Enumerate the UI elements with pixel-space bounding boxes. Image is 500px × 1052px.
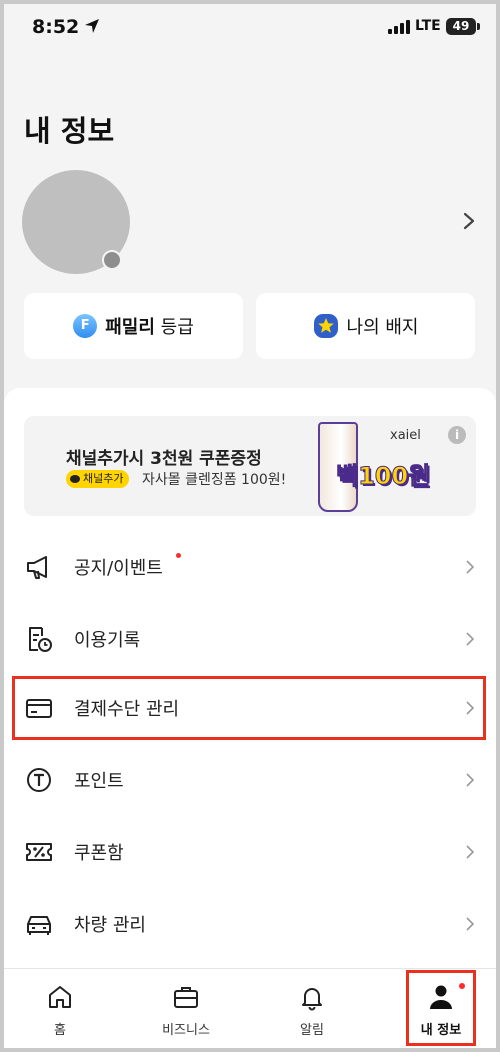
avatar-edit-icon[interactable]: [102, 250, 122, 270]
family-grade-button[interactable]: F 패밀리 등급: [24, 293, 243, 359]
menu-label: 쿠폰함: [74, 843, 124, 864]
channel-add-pill: 채널추가: [66, 470, 130, 488]
status-bar: 8:52 LTE 49: [4, 4, 496, 52]
battery-icon: 49: [446, 18, 480, 35]
new-dot: [176, 553, 181, 558]
my-badge-button[interactable]: 나의 배지: [256, 293, 475, 359]
home-icon: [49, 986, 71, 1008]
chevron-right-icon: [466, 917, 474, 931]
chevron-right-icon: [466, 632, 474, 646]
megaphone-icon: [27, 556, 47, 579]
signal-icon: [388, 20, 410, 34]
tab-selection-highlight: [406, 970, 476, 1046]
chat-bubble-icon: [70, 475, 80, 483]
briefcase-icon: [174, 987, 198, 1008]
tab-home[interactable]: 홈: [10, 969, 110, 1048]
page-title: 내 정보: [24, 114, 115, 148]
history-clock-icon: [29, 627, 52, 652]
chevron-right-icon: [466, 845, 474, 859]
car-icon: [27, 916, 51, 935]
network-label: LTE: [415, 18, 441, 34]
star-badge-icon: [313, 314, 338, 338]
selection-highlight: [12, 676, 486, 740]
menu-label: 차량 관리: [74, 915, 146, 936]
promo-banner[interactable]: 채널추가시 3천원 쿠폰증정 채널추가 자사몰 클렌징폼 100원! 백100원…: [24, 416, 476, 516]
menu-label: 포인트: [74, 771, 124, 792]
chevron-right-icon: [466, 773, 474, 787]
tab-label: 홈: [54, 1023, 66, 1038]
app-screen: 8:52 LTE 49 내 정보 F 패밀리 등급 나의 배지 채널추가시 3천…: [4, 4, 496, 1048]
menu-label: 이용기록: [74, 630, 141, 651]
status-time: 8:52: [32, 16, 80, 38]
point-coin-icon: [27, 768, 51, 792]
my-badge-label: 나의 배지: [346, 317, 419, 338]
profile-chevron-icon[interactable]: [462, 212, 476, 230]
channel-add-label: 채널추가: [83, 472, 124, 485]
menu-label: 공지/이벤트: [74, 558, 163, 579]
banner-subtitle: 자사몰 클렌징폼 100원!: [142, 472, 287, 488]
tab-label: 알림: [300, 1023, 324, 1038]
menu-item-usage-history[interactable]: 이용기록: [4, 607, 496, 671]
coupon-icon: [26, 843, 52, 861]
tab-notifications[interactable]: 알림: [262, 969, 362, 1048]
brand-name: xaiel: [390, 428, 421, 443]
tab-business[interactable]: 비즈니스: [136, 969, 236, 1048]
tab-label: 비즈니스: [162, 1023, 210, 1038]
menu-item-vehicle[interactable]: 차량 관리: [4, 892, 496, 956]
chevron-right-icon: [466, 560, 474, 574]
menu-item-points[interactable]: 포인트: [4, 748, 496, 812]
location-arrow-icon: [85, 19, 99, 33]
menu-item-notice-event[interactable]: 공지/이벤트: [4, 535, 496, 599]
banner-title: 채널추가시 3천원 쿠폰증정: [66, 449, 262, 469]
family-grade-icon: F: [73, 314, 98, 338]
menu-item-coupons[interactable]: 쿠폰함: [4, 820, 496, 884]
bell-icon: [302, 988, 322, 1011]
family-grade-label: 패밀리 등급: [105, 317, 194, 338]
info-icon[interactable]: i: [448, 426, 466, 444]
promo-price-text: 백100원: [335, 462, 431, 491]
